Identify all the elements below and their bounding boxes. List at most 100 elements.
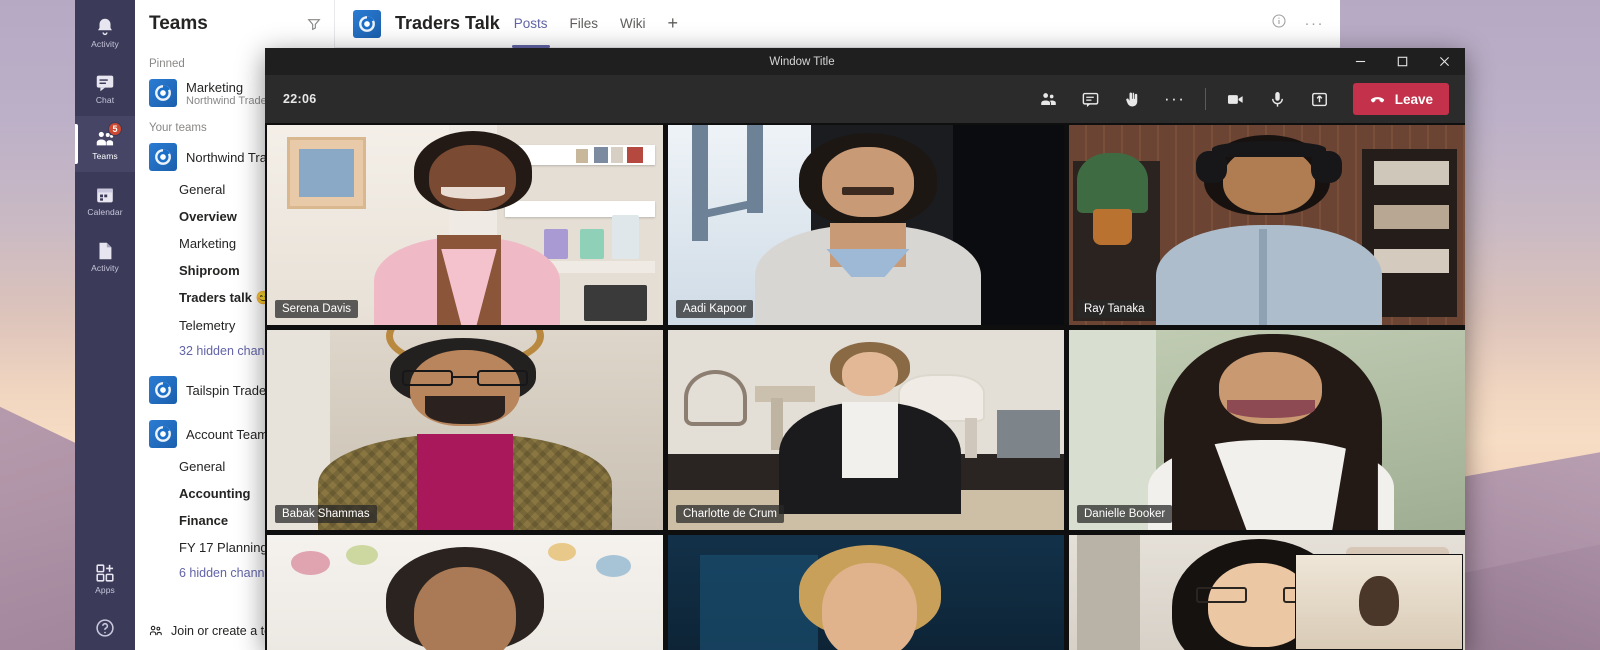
rail-label-files: Activity	[91, 262, 119, 273]
leave-button-label: Leave	[1394, 91, 1433, 107]
team-avatar-icon	[353, 9, 381, 38]
rail-label-teams: Teams	[92, 150, 118, 161]
raise-hand-icon	[1126, 92, 1138, 106]
video-feed	[1069, 125, 1465, 325]
window-controls	[1339, 48, 1465, 75]
close-button[interactable]	[1423, 48, 1465, 75]
meeting-toolbar-actions: ··· Leave	[1028, 81, 1449, 117]
video-feed	[668, 535, 1064, 650]
team-avatar-icon	[149, 143, 177, 171]
files-icon	[94, 240, 116, 262]
microphone-toggle-button[interactable]	[1257, 81, 1299, 117]
rail-label-calendar: Calendar	[87, 206, 123, 217]
team-avatar-icon	[149, 79, 177, 107]
hangup-icon	[1370, 96, 1384, 102]
participant-tile[interactable]: Serena Davis	[267, 125, 663, 325]
camera-toggle-button[interactable]	[1215, 81, 1257, 117]
maximize-button[interactable]	[1381, 48, 1423, 75]
more-horizontal-icon[interactable]: ···	[1305, 15, 1325, 32]
page-title: Teams	[149, 13, 208, 34]
rail-item-help[interactable]	[75, 606, 135, 650]
help-icon	[94, 617, 116, 639]
video-feed	[267, 330, 663, 530]
info-icon[interactable]	[1271, 13, 1287, 34]
video-feed	[267, 535, 663, 650]
rail-item-calendar[interactable]: Calendar	[75, 172, 135, 228]
participant-tile[interactable]: Charlotte de Crum	[668, 330, 1064, 530]
meeting-toolbar: 22:06 ··· Leave	[265, 75, 1465, 123]
app-rail: Activity Chat 5 Teams Calendar Activity …	[75, 0, 135, 650]
chat-bubble-icon	[1082, 92, 1099, 107]
channel-header-actions: ···	[1271, 13, 1325, 34]
tab-files[interactable]: Files	[570, 0, 599, 48]
minimize-button[interactable]	[1339, 48, 1381, 75]
rail-item-chat[interactable]: Chat	[75, 60, 135, 116]
teams-unread-badge: 5	[108, 122, 122, 136]
join-team-icon	[149, 625, 162, 636]
self-video-feed	[1296, 555, 1462, 649]
participant-name-label: Serena Davis	[275, 300, 359, 318]
share-screen-button[interactable]	[1299, 81, 1341, 117]
participant-tile[interactable]: Aadi Kapoor	[668, 125, 1064, 325]
microphone-icon	[1272, 91, 1284, 107]
participant-tile[interactable]	[668, 535, 1064, 650]
video-feed	[1069, 330, 1465, 530]
add-tab-button[interactable]: +	[668, 0, 679, 48]
participant-tile[interactable]: Babak Shammas	[267, 330, 663, 530]
minimize-icon	[1355, 60, 1365, 63]
window-title: Window Title	[769, 55, 835, 68]
channel-tabs: Posts Files Wiki +	[511, 0, 679, 48]
pinned-team-text: Marketing Northwind Traders	[186, 80, 276, 107]
video-grid: Serena Davis Aadi Kapoor Ray Tanaka Baba…	[265, 123, 1465, 650]
team-text-tailspin: Tailspin Traders	[186, 383, 277, 398]
pinned-team-sub: Northwind Traders	[186, 94, 276, 107]
rail-item-activity[interactable]: Activity	[75, 4, 135, 60]
meeting-elapsed-clock: 22:06	[283, 92, 317, 106]
team-name: Account Team	[186, 426, 269, 442]
channel-title: Traders Talk	[395, 13, 500, 33]
toolbar-divider	[1204, 88, 1206, 110]
video-feed	[668, 330, 1064, 530]
self-view-tile[interactable]	[1295, 554, 1463, 650]
rail-item-apps[interactable]: Apps	[75, 550, 135, 606]
participant-tile[interactable]: Danielle Booker	[1069, 330, 1465, 530]
more-actions-button[interactable]: ···	[1154, 81, 1196, 117]
maximize-icon	[1397, 56, 1407, 67]
camera-icon	[1228, 94, 1243, 104]
chat-icon	[94, 72, 116, 94]
raise-hand-button[interactable]	[1112, 81, 1154, 117]
rail-label-apps: Apps	[95, 584, 115, 595]
video-feed	[267, 125, 663, 325]
participant-name-label: Charlotte de Crum	[676, 505, 784, 523]
tab-posts[interactable]: Posts	[511, 0, 550, 48]
team-text-account: Account Team	[186, 427, 268, 442]
rail-label-chat: Chat	[95, 94, 115, 105]
participant-tile[interactable]	[267, 535, 663, 650]
calendar-icon	[94, 184, 116, 206]
tab-wiki[interactable]: Wiki	[620, 0, 646, 48]
close-icon	[1439, 56, 1449, 67]
participant-name-label: Danielle Booker	[1077, 505, 1173, 523]
team-name: Tailspin Traders	[186, 382, 278, 398]
rail-item-teams[interactable]: 5 Teams	[75, 116, 135, 172]
participant-name-label: Aadi Kapoor	[676, 300, 754, 318]
participant-name-label: Ray Tanaka	[1077, 300, 1152, 318]
channel-header: Traders Talk Posts Files Wiki + ···	[335, 0, 1340, 48]
meeting-window: Window Title 22:06 ··· Leave Serena Davi…	[265, 48, 1465, 650]
team-avatar-icon	[149, 420, 177, 448]
rail-item-files[interactable]: Activity	[75, 228, 135, 284]
participant-tile[interactable]: Ray Tanaka	[1069, 125, 1465, 325]
share-screen-icon	[1312, 92, 1328, 106]
show-conversation-button[interactable]	[1070, 81, 1112, 117]
rail-label-activity: Activity	[91, 38, 119, 49]
rail-bottom-group: Apps	[75, 550, 135, 650]
people-icon	[1041, 92, 1057, 105]
filter-icon[interactable]	[306, 16, 322, 32]
pinned-team-name: Marketing	[186, 79, 244, 95]
meeting-window-titlebar[interactable]: Window Title	[265, 48, 1465, 75]
show-participants-button[interactable]	[1028, 81, 1070, 117]
bell-icon	[94, 16, 116, 38]
leave-button[interactable]: Leave	[1352, 83, 1449, 115]
participant-name-label: Babak Shammas	[275, 505, 377, 523]
video-feed	[668, 125, 1064, 325]
